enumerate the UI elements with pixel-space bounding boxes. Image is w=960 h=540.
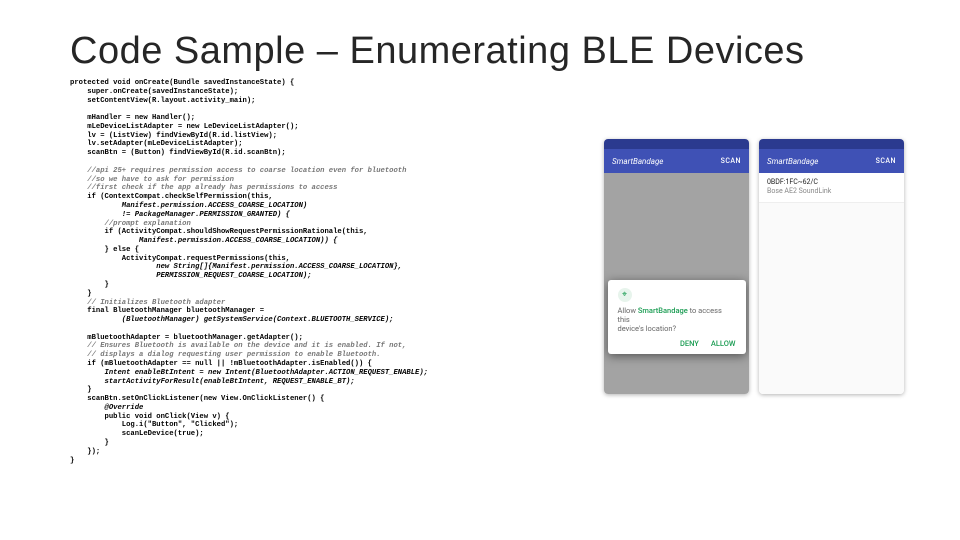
code-line: mHandler = new Handler(); bbox=[70, 114, 195, 122]
phone-permission: SmartBandage SCAN ⌖ Allow SmartBandage t… bbox=[604, 139, 749, 394]
code-line: } else { bbox=[70, 246, 139, 254]
code-sample: protected void onCreate(Bundle savedInst… bbox=[70, 79, 590, 465]
code-line: mBluetoothAdapter = bluetoothManager.get… bbox=[70, 334, 303, 342]
code-line: ActivityCompat.requestPermissions(this, bbox=[70, 255, 290, 263]
dialog-text: Allow bbox=[618, 306, 638, 315]
code-line: (BluetoothManager) getSystemService(Cont… bbox=[70, 316, 394, 324]
code-line: } bbox=[70, 457, 74, 465]
slide-title: Code Sample – Enumerating BLE Devices bbox=[70, 30, 910, 73]
status-bar bbox=[604, 139, 749, 149]
code-line: } bbox=[70, 386, 92, 394]
phone-scan-result: SmartBandage SCAN 0BDF:1FC~62/C Bose AE2… bbox=[759, 139, 904, 394]
dialog-text: device's location? bbox=[618, 324, 677, 333]
code-line: scanLeDevice(true); bbox=[70, 430, 204, 438]
code-line: mLeDeviceListAdapter = new LeDeviceListA… bbox=[70, 123, 299, 131]
app-title: SmartBandage bbox=[612, 157, 663, 166]
scan-button[interactable]: SCAN bbox=[721, 157, 741, 165]
code-line: != PackageManager.PERMISSION_GRANTED) { bbox=[70, 211, 290, 219]
device-name: Bose AE2 SoundLink bbox=[767, 187, 896, 196]
app-title: SmartBandage bbox=[767, 157, 818, 166]
code-line: lv = (ListView) findViewById(R.id.listVi… bbox=[70, 132, 277, 140]
code-comment: //so we have to ask for permission bbox=[70, 176, 234, 184]
code-line: PERMISSION_REQUEST_COARSE_LOCATION); bbox=[70, 272, 312, 280]
code-comment: // Ensures Bluetooth is available on the… bbox=[70, 342, 406, 350]
code-line: if (ActivityCompat.shouldShowRequestPerm… bbox=[70, 228, 368, 236]
code-comment: //prompt explanation bbox=[70, 220, 191, 228]
code-line: lv.setAdapter(mLeDeviceListAdapter); bbox=[70, 140, 243, 148]
code-line: }); bbox=[70, 448, 100, 456]
code-line: new String[]{Manifest.permission.ACCESS_… bbox=[70, 263, 402, 271]
code-line: startActivityForResult(enableBtIntent, R… bbox=[70, 378, 355, 386]
code-line: Manifest.permission.ACCESS_COARSE_LOCATI… bbox=[70, 237, 337, 245]
code-line: Intent enableBtIntent = new Intent(Bluet… bbox=[70, 369, 428, 377]
code-line: if (mBluetoothAdapter == null || !mBluet… bbox=[70, 360, 372, 368]
code-line: public void onClick(View v) { bbox=[70, 413, 230, 421]
code-line: } bbox=[70, 290, 92, 298]
code-comment: //first check if the app already has per… bbox=[70, 184, 337, 192]
app-bar: SmartBandage SCAN bbox=[759, 149, 904, 173]
app-bar: SmartBandage SCAN bbox=[604, 149, 749, 173]
code-line: setContentView(R.layout.activity_main); bbox=[70, 97, 255, 105]
code-comment: // Initializes Bluetooth adapter bbox=[70, 299, 225, 307]
code-annotation: @Override bbox=[70, 404, 143, 412]
allow-button[interactable]: ALLOW bbox=[711, 339, 736, 348]
scan-button[interactable]: SCAN bbox=[876, 157, 896, 165]
code-line: super.onCreate(savedInstanceState); bbox=[70, 88, 238, 96]
screenshots-row: SmartBandage SCAN ⌖ Allow SmartBandage t… bbox=[604, 79, 910, 465]
dialog-message: Allow SmartBandage to access this device… bbox=[618, 306, 736, 333]
permission-dialog: ⌖ Allow SmartBandage to access this devi… bbox=[608, 280, 746, 354]
device-address: 0BDF:1FC~62/C bbox=[767, 178, 818, 186]
ble-device-item[interactable]: 0BDF:1FC~62/C Bose AE2 SoundLink bbox=[759, 173, 904, 203]
code-line: Manifest.permission.ACCESS_COARSE_LOCATI… bbox=[70, 202, 307, 210]
code-comment: //api 25+ requires permission access to … bbox=[70, 167, 406, 175]
status-bar bbox=[759, 139, 904, 149]
code-comment: // displays a dialog requesting user per… bbox=[70, 351, 381, 359]
code-line: if (ContextCompat.checkSelfPermission(th… bbox=[70, 193, 273, 201]
location-pin-icon: ⌖ bbox=[618, 288, 632, 302]
code-line: } bbox=[70, 439, 109, 447]
code-line: Log.i("Button", "Clicked"); bbox=[70, 421, 238, 429]
code-line: scanBtn = (Button) findViewById(R.id.sca… bbox=[70, 149, 286, 157]
code-line: protected void onCreate(Bundle savedInst… bbox=[70, 79, 294, 87]
code-line: final BluetoothManager bluetoothManager … bbox=[70, 307, 264, 315]
deny-button[interactable]: DENY bbox=[680, 339, 699, 348]
code-line: } bbox=[70, 281, 109, 289]
dialog-scrim: ⌖ Allow SmartBandage to access this devi… bbox=[604, 173, 749, 394]
code-line: scanBtn.setOnClickListener(new View.OnCl… bbox=[70, 395, 324, 403]
dialog-app-name: SmartBandage bbox=[638, 306, 688, 315]
